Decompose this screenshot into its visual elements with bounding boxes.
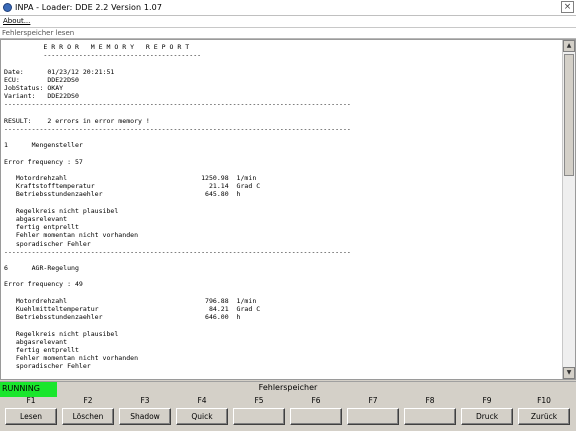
report-line: Error frequency : 49 — [4, 280, 83, 289]
fkey-f5: F5 — [233, 396, 285, 429]
fkey-button-f1[interactable]: Lesen — [5, 408, 57, 425]
report-line: Error frequency : 57 — [4, 157, 83, 166]
fkey-f8: F8 — [404, 396, 456, 429]
fkey-f6: F6 — [290, 396, 342, 429]
menu-about[interactable]: About... — [3, 16, 30, 27]
report-line — [4, 289, 560, 297]
report-line — [4, 59, 560, 67]
report-line: Betriebsstundenzaehler 646.00 h — [4, 313, 241, 322]
status-title: Fehlerspeicher — [258, 383, 318, 392]
running-indicator: RUNNING — [0, 382, 57, 397]
fkey-number: F10 — [537, 396, 551, 405]
report-line: 6 AGR-Regelung — [4, 264, 79, 273]
report-line: sporadischer Fehler — [4, 239, 91, 248]
report-line: ----------------------------------------… — [4, 247, 351, 256]
report-line — [4, 149, 560, 157]
menu-bar: About... — [0, 16, 576, 28]
report-line: E R R O R M E M O R Y R E P O R T — [4, 43, 190, 51]
report-line: Kraftstofftemperatur 21.14 Grad C — [4, 182, 261, 191]
fkey-f1: F1 Lesen — [5, 396, 57, 429]
report-line: ----------------------------------------… — [4, 124, 351, 133]
function-key-bar: F1 Lesen F2 Löschen F3 Shadow F4 Quick F5 F6 F7 F8 F… — [0, 396, 576, 431]
report-line: Betriebsstundenzaehler 645.80 h — [4, 190, 241, 199]
scroll-up-button[interactable]: ▲ — [563, 40, 575, 52]
report-line: Kuehlmitteltemperatur 84.21 Grad C — [4, 305, 261, 313]
status-bar: Fehlerspeicher RUNNING — [0, 381, 576, 397]
report-line: ----------------------------------------… — [4, 100, 351, 109]
report-line: Motordrehzahl 1250.98 1/min — [4, 174, 257, 182]
report-line — [4, 272, 560, 280]
fkey-f7: F7 — [347, 396, 399, 429]
app-icon — [3, 3, 12, 12]
report-line — [4, 109, 560, 117]
window-title: INPA - Loader: DDE 2.2 Version 1.07 — [15, 3, 163, 12]
fkey-button-f8[interactable] — [404, 408, 456, 425]
fkey-f9: F9 Druck — [461, 396, 513, 429]
report-line: Fehler momentan nicht vorhanden — [4, 231, 139, 240]
fkey-number: F6 — [311, 396, 321, 405]
fkey-number: F7 — [368, 396, 378, 405]
report-line: sporadischer Fehler — [4, 362, 91, 371]
fkey-button-f5[interactable] — [233, 408, 285, 425]
report-line: Motordrehzahl 796.88 1/min — [4, 296, 257, 305]
report-line — [4, 256, 560, 264]
fkey-number: F9 — [482, 396, 492, 405]
report-line — [4, 133, 560, 141]
scroll-thumb[interactable] — [564, 54, 574, 176]
close-button[interactable]: × — [561, 1, 574, 13]
report-line: abgasrelevant — [4, 337, 68, 346]
fkey-number: F1 — [26, 396, 36, 405]
report-line: ---------------------------------------- — [4, 51, 202, 60]
report-line: Date: 01/23/12 20:21:51 — [4, 67, 115, 76]
report-line: fertig entprellt — [4, 345, 79, 354]
report-line: Fehler momentan nicht vorhanden — [4, 354, 139, 363]
report-line: 1 Mengensteller — [4, 141, 83, 150]
report-line — [4, 321, 560, 329]
report-line — [4, 199, 560, 207]
fkey-f3: F3 Shadow — [119, 396, 171, 429]
report-line: RESULT: 2 errors in error memory ! — [4, 116, 150, 125]
report-line: JobStatus: OKAY — [4, 83, 64, 92]
fkey-number: F2 — [83, 396, 93, 405]
fkey-f2: F2 Löschen — [62, 396, 114, 429]
fkey-number: F3 — [140, 396, 150, 405]
title-bar: INPA - Loader: DDE 2.2 Version 1.07 × — [0, 0, 576, 16]
scroll-down-button[interactable]: ▼ — [563, 367, 575, 379]
screen-header: Fehlerspeicher lesen — [0, 28, 576, 39]
report-line: fertig entprellt — [4, 223, 79, 232]
report-panel: E R R O R M E M O R Y R E P O R T ------… — [0, 39, 576, 380]
fkey-button-f10[interactable]: Zurück — [518, 408, 570, 425]
fkey-number: F8 — [425, 396, 435, 405]
report-line — [4, 166, 560, 174]
fkey-number: F4 — [197, 396, 207, 405]
fkey-f4: F4 Quick — [176, 396, 228, 429]
fkey-button-f9[interactable]: Druck — [461, 408, 513, 425]
fkey-button-f2[interactable]: Löschen — [62, 408, 114, 425]
report-line: Regelkreis nicht plausibel — [4, 329, 119, 338]
fkey-button-f6[interactable] — [290, 408, 342, 425]
fkey-f10: F10 Zurück — [518, 396, 570, 429]
fkey-number: F5 — [254, 396, 264, 405]
fkey-button-f3[interactable]: Shadow — [119, 408, 171, 425]
fkey-button-f4[interactable]: Quick — [176, 408, 228, 425]
fkey-button-f7[interactable] — [347, 408, 399, 425]
report-line: abgasrelevant — [4, 214, 68, 223]
report-line: ECU: DDE22DS0 — [4, 75, 79, 84]
error-memory-report: E R R O R M E M O R Y R E P O R T ------… — [4, 43, 560, 376]
report-line: Regelkreis nicht plausibel — [4, 206, 119, 215]
screen-title: Fehlerspeicher lesen — [2, 29, 75, 37]
vertical-scrollbar[interactable]: ▲ ▼ — [562, 40, 575, 379]
report-line: Variant: DDE22DS0 — [4, 92, 79, 101]
